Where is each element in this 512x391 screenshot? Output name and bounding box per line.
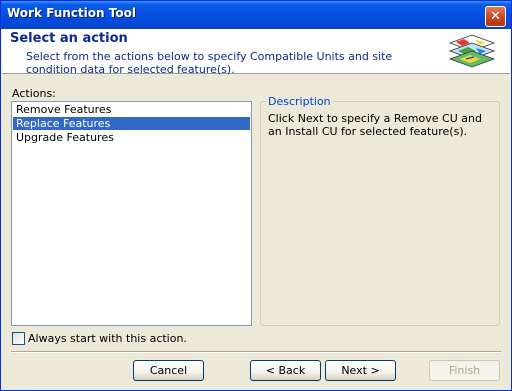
- actions-label: Actions:: [12, 87, 56, 100]
- cancel-button[interactable]: Cancel: [133, 360, 204, 381]
- page-title: Select an action: [10, 31, 128, 46]
- description-text: Click Next to specify a Remove CU and an…: [268, 112, 482, 138]
- wizard-header: Select an action Select from the actions…: [2, 29, 510, 76]
- title-bar[interactable]: Work Function Tool ✕: [1, 1, 511, 29]
- description-group: Description Click Next to specify a Remo…: [260, 95, 500, 326]
- list-item-remove-features[interactable]: Remove Features: [13, 103, 250, 116]
- always-start-checkbox[interactable]: [12, 332, 25, 345]
- map-layers-icon: [448, 34, 496, 68]
- close-icon: ✕: [490, 9, 501, 24]
- list-item-upgrade-features[interactable]: Upgrade Features: [13, 131, 250, 144]
- close-button[interactable]: ✕: [485, 6, 506, 27]
- window-title: Work Function Tool: [7, 6, 136, 20]
- description-legend: Description: [266, 95, 333, 108]
- back-button[interactable]: < Back: [250, 360, 321, 381]
- page-description: Select from the actions below to specify…: [26, 50, 393, 76]
- work-function-dialog: Work Function Tool ✕ Select an action Se…: [0, 0, 512, 391]
- actions-listbox[interactable]: Remove Features Replace Features Upgrade…: [11, 101, 252, 326]
- next-button[interactable]: Next >: [325, 360, 396, 381]
- footer-separator: [11, 351, 501, 353]
- always-start-label[interactable]: Always start with this action.: [28, 332, 187, 345]
- finish-button[interactable]: Finish: [429, 360, 500, 381]
- list-item-replace-features[interactable]: Replace Features: [13, 117, 250, 130]
